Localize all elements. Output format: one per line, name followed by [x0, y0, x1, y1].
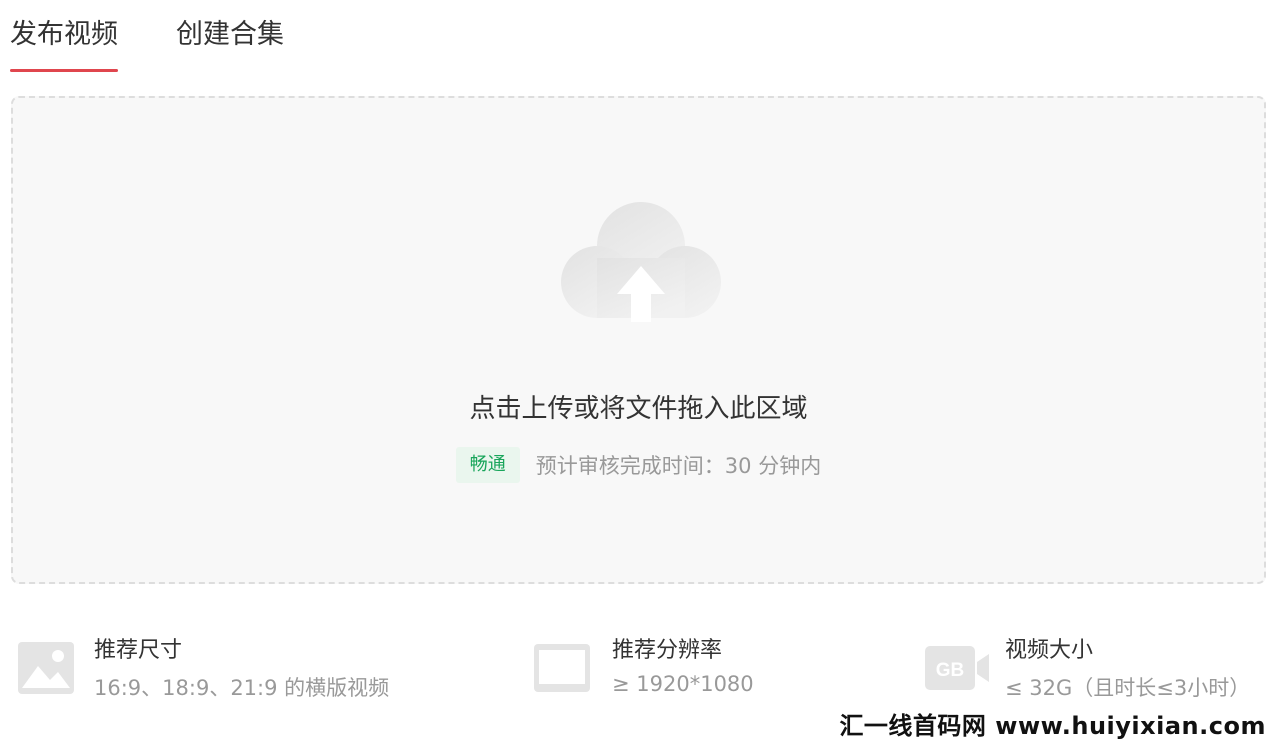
upload-status-row: 畅通 预计审核完成时间：30 分钟内 — [13, 447, 1264, 483]
image-icon — [18, 642, 74, 694]
spec-title: 推荐尺寸 — [94, 638, 183, 663]
monitor-icon — [534, 644, 590, 692]
spec-list: 推荐尺寸 16:9、18:9、21:9 的横版视频 推荐分辨率 ≥ 1920*1… — [0, 628, 1272, 718]
tab-bar: 发布视频 创建合集 — [10, 0, 284, 74]
gb-camera-icon: GB — [925, 646, 989, 690]
gb-icon-text: GB — [936, 660, 965, 681]
upload-dropzone[interactable]: 点击上传或将文件拖入此区域 畅通 预计审核完成时间：30 分钟内 — [11, 96, 1266, 584]
watermark: 汇一线首码网 www.huiyixian.com — [837, 706, 1268, 741]
spec-item-filesize: GB 视频大小 ≤ 32G（且时长≤3小时） — [925, 628, 1265, 708]
tab-publish-video[interactable]: 发布视频 — [10, 0, 118, 74]
spec-item-resolution: 推荐分辨率 ≥ 1920*1080 — [532, 628, 892, 708]
spec-title: 视频大小 — [1005, 638, 1094, 663]
cloud-upload-icon — [561, 202, 721, 322]
upload-prompt: 点击上传或将文件拖入此区域 — [469, 394, 808, 424]
status-badge: 畅通 — [455, 447, 520, 483]
spec-item-size: 推荐尺寸 16:9、18:9、21:9 的横版视频 — [16, 628, 476, 708]
spec-value: ≥ 1920*1080 — [612, 672, 754, 696]
tab-create-collection[interactable]: 创建合集 — [176, 0, 284, 74]
spec-title: 推荐分辨率 — [612, 638, 723, 663]
spec-value: ≤ 32G（且时长≤3小时） — [1005, 676, 1251, 700]
review-eta-text: 预计审核完成时间：30 分钟内 — [535, 454, 822, 478]
spec-value: 16:9、18:9、21:9 的横版视频 — [94, 676, 390, 700]
